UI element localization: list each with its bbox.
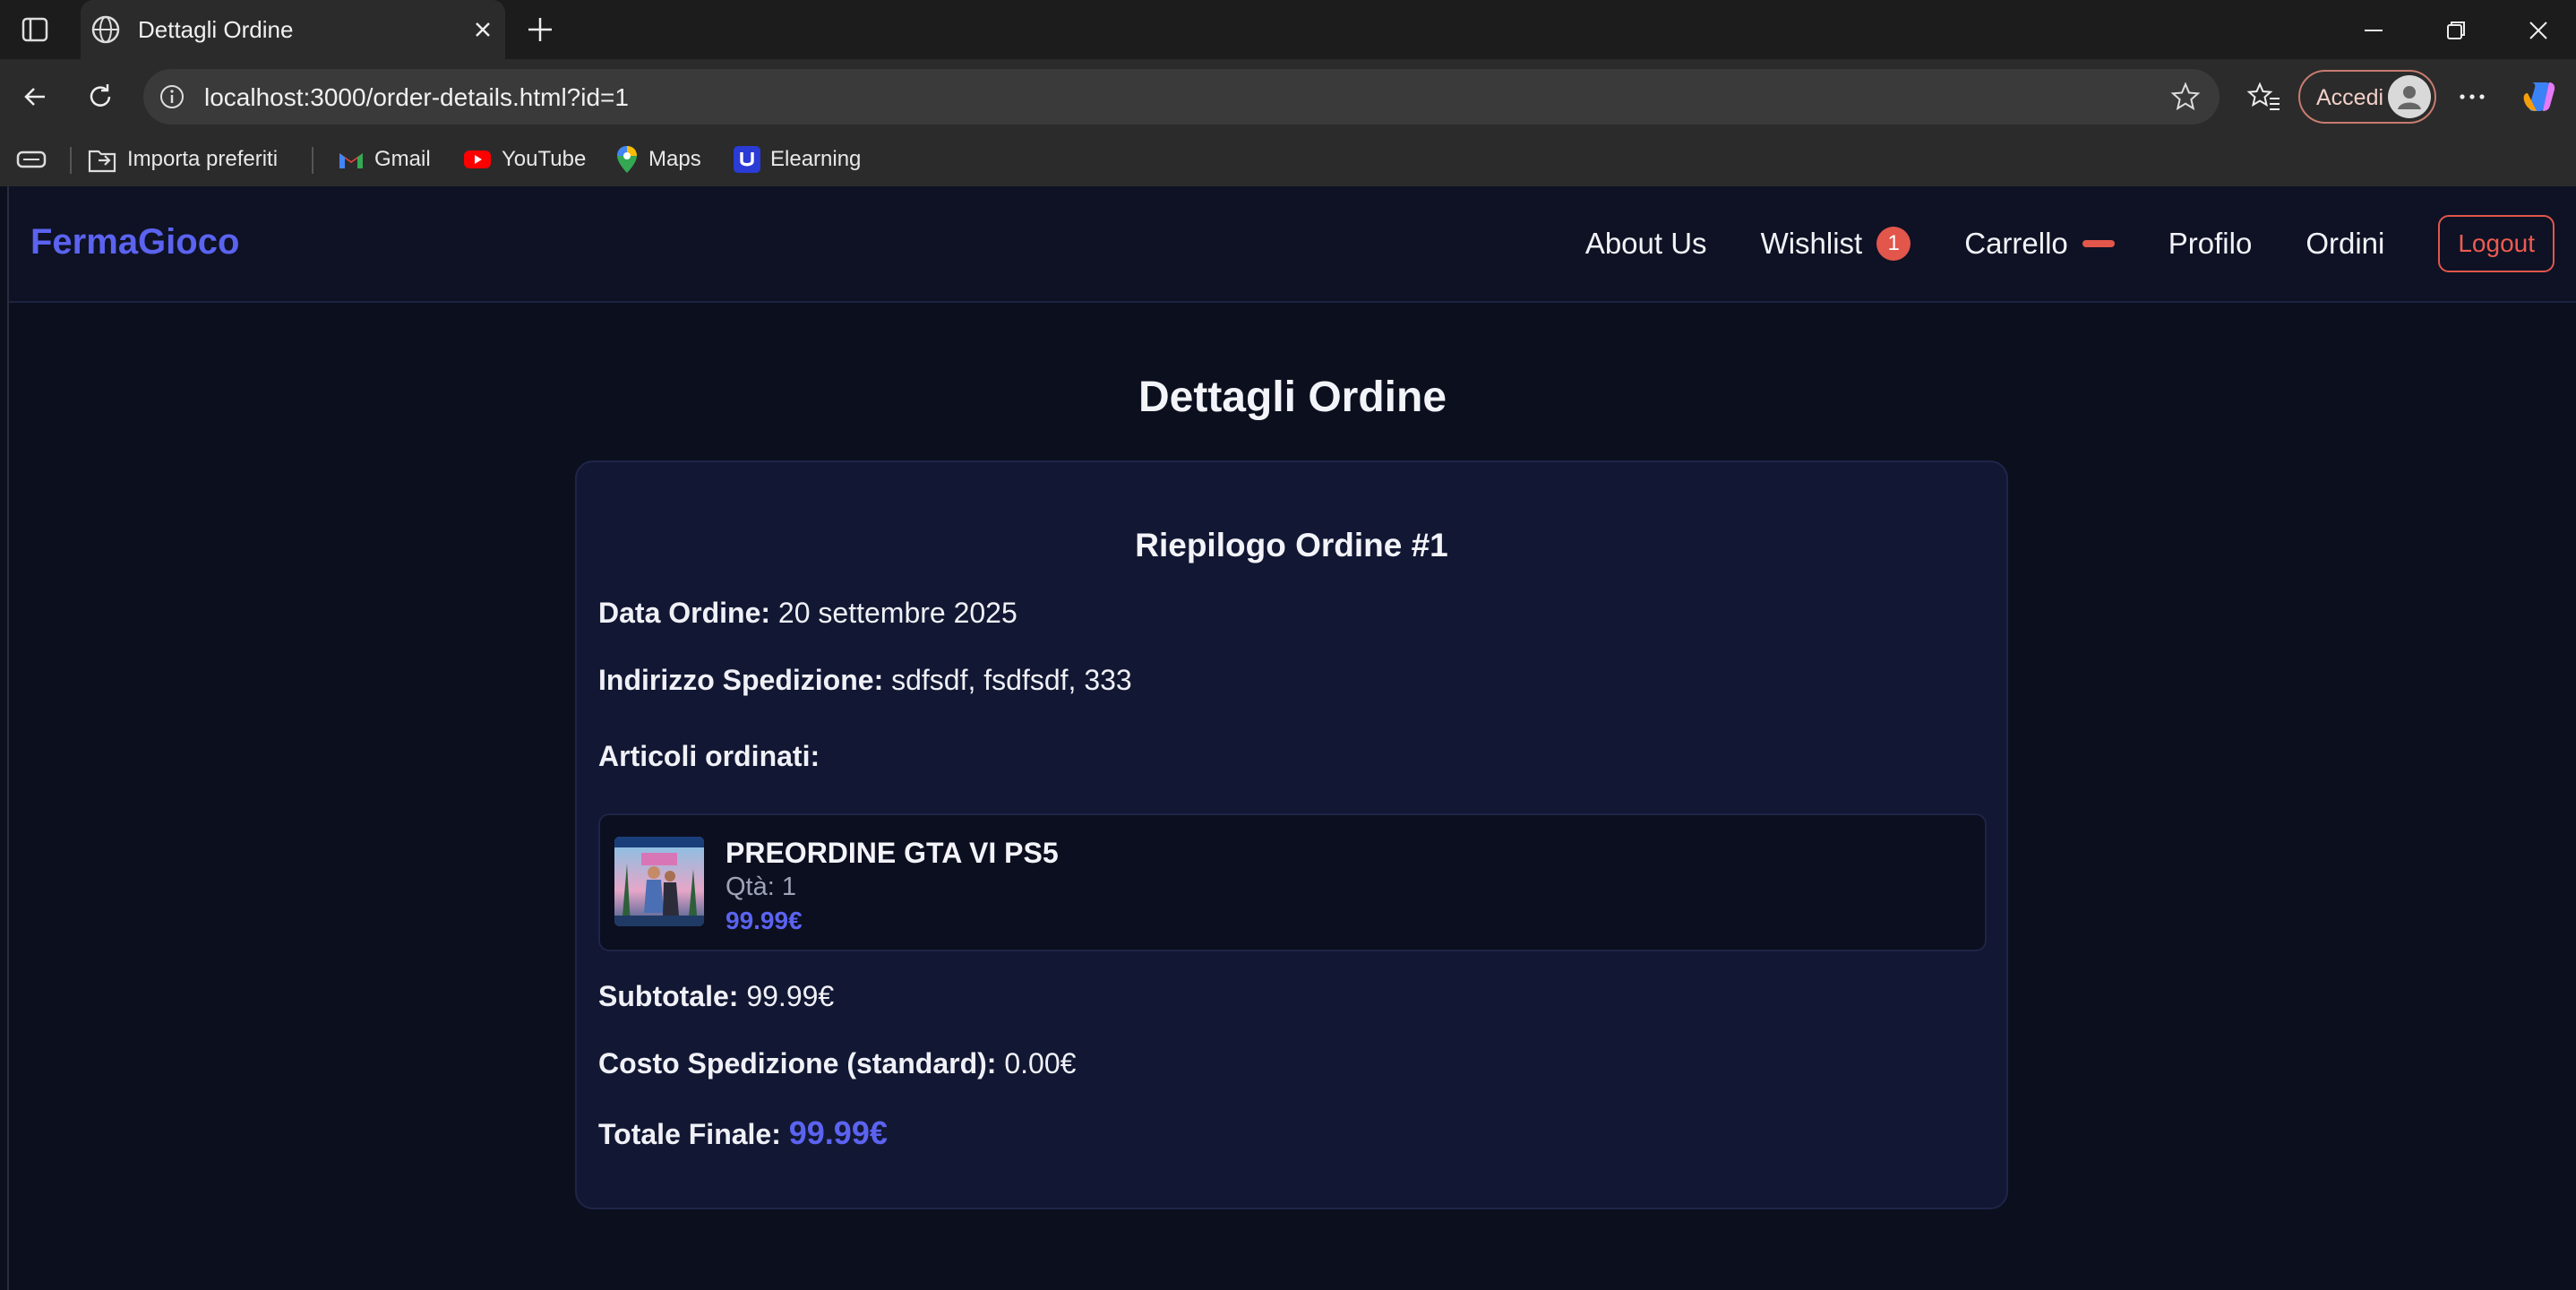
ordered-items-label: Articoli ordinati: <box>598 740 820 772</box>
total-label: Totale Finale: <box>598 1118 781 1150</box>
favorites-icon[interactable] <box>2246 79 2282 115</box>
nav-about[interactable]: About Us <box>1585 227 1707 261</box>
page-viewport: FermaGioco About Us Wishlist 1 Carrello … <box>7 186 2576 1290</box>
total-value: 99.99€ <box>788 1114 888 1151</box>
site-info-icon[interactable] <box>158 82 186 111</box>
product-thumbnail <box>614 837 704 926</box>
close-window-icon[interactable] <box>2520 13 2556 48</box>
tab-actions-icon[interactable] <box>20 14 50 45</box>
close-tab-icon[interactable] <box>468 14 498 45</box>
address-bar[interactable]: localhost:3000/order-details.html?id=1 <box>143 69 2220 125</box>
bookmark-label: YouTube <box>502 147 587 171</box>
more-menu-icon[interactable] <box>2454 81 2490 113</box>
bookmark-label: Importa preferiti <box>127 147 279 171</box>
bookmark-elearning[interactable]: Elearning <box>733 143 861 176</box>
logout-button[interactable]: Logout <box>2438 215 2555 272</box>
restore-icon[interactable] <box>2438 13 2474 48</box>
cart-count-badge <box>2082 240 2115 247</box>
nav-links: About Us Wishlist 1 Carrello Profilo Ord… <box>1585 213 2555 274</box>
nav-about-label: About Us <box>1584 227 1707 260</box>
nav-wishlist-label: Wishlist <box>1760 227 1863 260</box>
product-price: 99.99€ <box>726 907 803 934</box>
sign-in-button[interactable]: Accedi <box>2298 70 2436 124</box>
product-name: PREORDINE GTA VI PS5 <box>726 837 1059 869</box>
nav-orders-label: Ordini <box>2306 227 2385 260</box>
bookmark-import[interactable]: Importa preferiti <box>86 143 278 176</box>
url-text: localhost:3000/order-details.html?id=1 <box>204 83 629 111</box>
elearning-icon <box>734 146 760 173</box>
avatar <box>2388 75 2431 118</box>
import-icon <box>88 150 116 173</box>
total-row: Totale Finale: 99.99€ <box>598 1114 888 1152</box>
page-title: Dettagli Ordine <box>1138 374 1447 421</box>
wishlist-count-badge: 1 <box>1876 227 1911 261</box>
shipping-address-row: Indirizzo Spedizione: sdfsdf, fsdfsdf, 3… <box>598 664 1132 697</box>
nav-cart[interactable]: Carrello <box>1964 227 2115 261</box>
subtotal-value: 99.99€ <box>746 980 835 1012</box>
shipping-address-label: Indirizzo Spedizione: <box>598 664 884 696</box>
bookmark-gmail[interactable]: Gmail <box>337 143 431 176</box>
nav-orders[interactable]: Ordini <box>2306 227 2384 261</box>
shipping-cost-value: 0.00€ <box>1004 1047 1077 1079</box>
bookmark-label: Gmail <box>374 147 431 171</box>
product-quantity: Qtà: 1 <box>726 873 796 901</box>
nav-wishlist[interactable]: Wishlist 1 <box>1761 227 1911 261</box>
reading-view-icon[interactable] <box>16 143 47 176</box>
order-summary-title: Riepilogo Ordine #1 <box>1135 527 1448 563</box>
browser-toolbar: localhost:3000/order-details.html?id=1 A… <box>0 59 2576 134</box>
gmail-icon <box>339 153 363 168</box>
bookmarks-bar: Importa preferiti Gmail YouTube Maps Ele… <box>0 134 2576 186</box>
order-date-label: Data Ordine: <box>598 597 771 629</box>
maps-icon <box>617 146 637 173</box>
order-date-value: 20 settembre 2025 <box>777 597 1018 629</box>
order-date-row: Data Ordine: 20 settembre 2025 <box>598 597 1018 630</box>
bookmark-maps[interactable]: Maps <box>614 143 701 176</box>
bookmark-youtube[interactable]: YouTube <box>462 143 586 176</box>
bookmark-separator <box>70 147 72 174</box>
bookmark-label: Elearning <box>770 147 862 171</box>
sign-in-label: Accedi <box>2316 85 2384 110</box>
nav-profile[interactable]: Profilo <box>2168 227 2253 261</box>
new-tab-icon[interactable] <box>523 13 557 47</box>
star-icon[interactable] <box>2169 81 2202 113</box>
subtotal-label: Subtotale: <box>598 980 739 1012</box>
order-summary-card: Riepilogo Ordine #1 Data Ordine: 20 sett… <box>575 460 2008 1209</box>
shipping-cost-label: Costo Spedizione (standard): <box>598 1047 997 1079</box>
back-arrow-icon[interactable] <box>18 79 54 115</box>
nav-cart-label: Carrello <box>1964 227 2068 260</box>
nav-profile-label: Profilo <box>2168 227 2253 260</box>
subtotal-row: Subtotale: 99.99€ <box>598 980 834 1013</box>
bookmark-label: Maps <box>648 147 701 171</box>
list-item: PREORDINE GTA VI PS5 Qtà: 1 99.99€ <box>598 813 1987 951</box>
shipping-cost-row: Costo Spedizione (standard): 0.00€ <box>598 1047 1076 1080</box>
brand-logo[interactable]: FermaGioco <box>30 222 239 262</box>
copilot-icon[interactable] <box>2519 75 2562 118</box>
globe-icon <box>90 13 122 46</box>
minimize-icon[interactable] <box>2356 13 2391 48</box>
ordered-items-heading: Articoli ordinati: <box>598 740 820 773</box>
browser-tab-active[interactable]: Dettagli Ordine <box>81 0 505 59</box>
reload-icon[interactable] <box>82 79 118 115</box>
tab-title: Dettagli Ordine <box>138 16 294 43</box>
site-navbar: FermaGioco About Us Wishlist 1 Carrello … <box>9 186 2576 303</box>
bookmark-separator <box>312 147 313 174</box>
shipping-address-value: sdfsdf, fsdfsdf, 333 <box>891 664 1132 696</box>
youtube-icon <box>464 150 491 168</box>
browser-tab-bar: Dettagli Ordine <box>0 0 2576 59</box>
